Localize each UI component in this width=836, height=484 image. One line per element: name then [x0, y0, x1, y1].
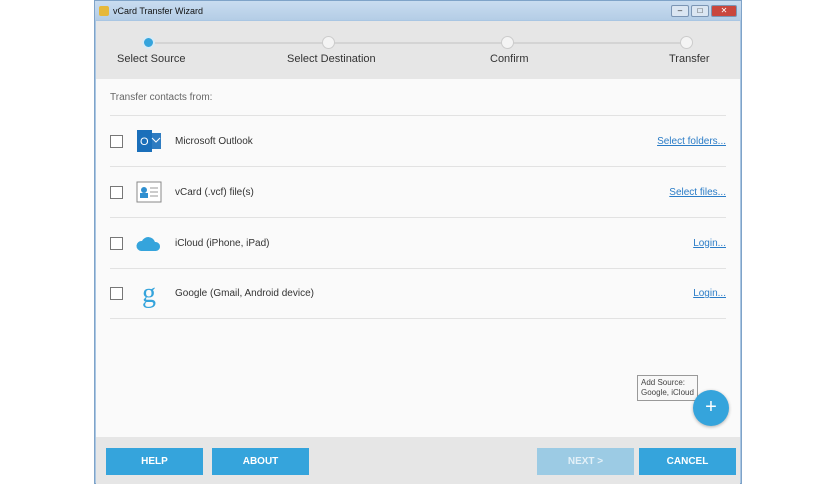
window-title: vCard Transfer Wizard — [113, 5, 204, 16]
step-label: Select Destination — [287, 53, 376, 65]
step-dot-select-source — [142, 36, 155, 49]
step-label: Select Source — [117, 53, 186, 65]
cloud-icon — [136, 230, 162, 256]
title-bar: vCard Transfer Wizard – □ ✕ — [95, 1, 741, 20]
minimize-button[interactable]: – — [671, 4, 689, 17]
wizard-steps: Select Source Select Destination Confirm… — [96, 21, 740, 79]
close-button[interactable]: ✕ — [711, 4, 737, 17]
source-row-icloud: iCloud (iPhone, iPad) Login... — [110, 217, 726, 268]
source-label: vCard (.vcf) file(s) — [175, 186, 254, 198]
maximize-button[interactable]: □ — [691, 4, 709, 17]
source-label: iCloud (iPhone, iPad) — [175, 237, 270, 249]
outlook-checkbox[interactable] — [110, 134, 123, 148]
app-icon — [99, 5, 109, 16]
google-icon: g — [142, 277, 156, 309]
source-label: Microsoft Outlook — [175, 135, 253, 147]
step-label: Confirm — [490, 53, 529, 65]
help-button[interactable]: HELP — [106, 448, 203, 475]
about-button[interactable]: ABOUT — [212, 448, 309, 475]
add-source-tooltip: Add Source: Google, iCloud — [637, 375, 698, 401]
select-files-link[interactable]: Select files... — [669, 187, 726, 198]
cancel-button[interactable]: CANCEL — [639, 448, 736, 475]
step-dot-transfer — [680, 36, 693, 49]
section-heading: Transfer contacts from: — [110, 92, 213, 103]
step-label: Transfer — [669, 53, 710, 65]
wizard-window: vCard Transfer Wizard – □ ✕ Select Sourc… — [94, 0, 742, 484]
step-dot-confirm — [501, 36, 514, 49]
footer-bar: HELP ABOUT NEXT > CANCEL — [96, 437, 740, 484]
outlook-icon: O — [136, 128, 162, 154]
icloud-login-link[interactable]: Login... — [693, 238, 726, 249]
content-panel: Transfer contacts from: O Microsoft Outl… — [96, 79, 740, 437]
progress-line — [148, 42, 684, 44]
google-login-link[interactable]: Login... — [693, 288, 726, 299]
source-row-vcard: vCard (.vcf) file(s) Select files... — [110, 166, 726, 217]
vcard-icon — [136, 179, 162, 205]
step-dot-select-destination — [322, 36, 335, 49]
icloud-checkbox[interactable] — [110, 236, 123, 250]
source-row-google: g Google (Gmail, Android device) Login..… — [110, 268, 726, 319]
vcard-checkbox[interactable] — [110, 185, 123, 199]
source-row-outlook: O Microsoft Outlook Select folders... — [110, 115, 726, 166]
tooltip-line: Google, iCloud — [641, 388, 694, 397]
source-label: Google (Gmail, Android device) — [175, 288, 314, 299]
tooltip-line: Add Source: — [641, 378, 686, 387]
svg-text:O: O — [140, 136, 149, 148]
next-button[interactable]: NEXT > — [537, 448, 634, 475]
add-source-button[interactable]: + — [693, 390, 729, 426]
select-folders-link[interactable]: Select folders... — [657, 136, 726, 147]
google-checkbox[interactable] — [110, 287, 123, 300]
